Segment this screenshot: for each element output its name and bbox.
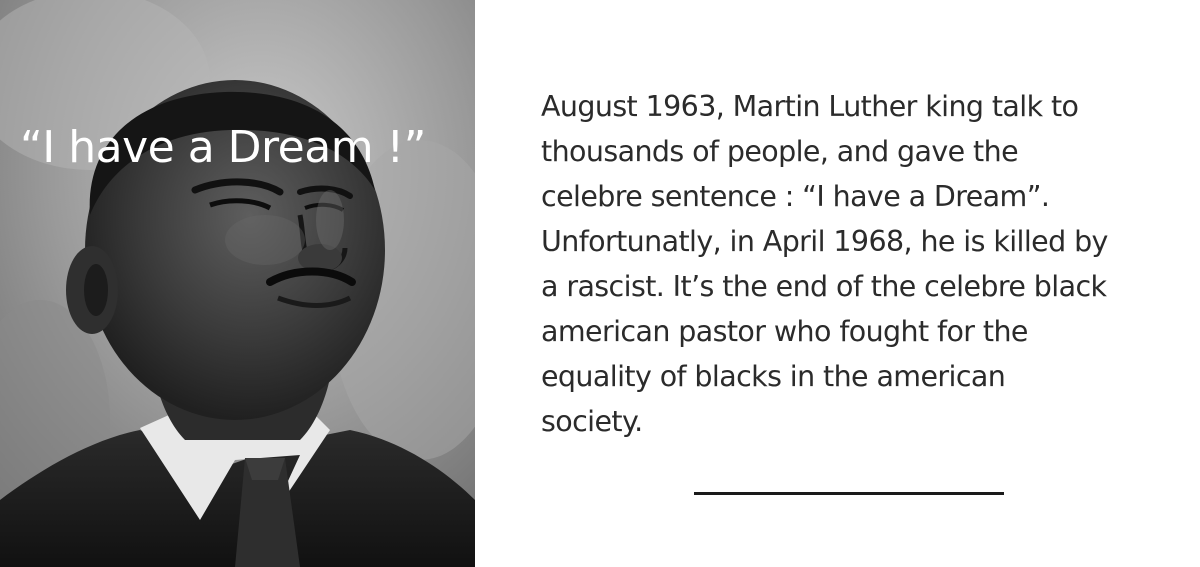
paragraph-line: american pastor who fought for the [541,315,1028,348]
paragraph-line: equality of blacks in the american [541,360,1006,393]
paragraph-line: celebre sentence : “I have a Dream”. [541,180,1050,213]
paragraph-line: society. [541,405,643,438]
paragraph-line: Unfortunatly, in April 1968, he is kille… [541,225,1108,258]
portrait-photo: “I have a Dream !” [0,0,475,567]
paragraph-line: thousands of people, and gave the [541,135,1019,168]
paragraph-line: a rascist. It’s the end of the celebre b… [541,270,1107,303]
paragraph-line: August 1963, Martin Luther king talk to [541,90,1079,123]
mlk-summary-paragraph: August 1963, Martin Luther king talk to … [541,84,1181,444]
portrait-image [0,0,475,567]
slide: “I have a Dream !” August 1963, Martin L… [0,0,1200,567]
horizontal-divider [694,492,1004,495]
dream-quote-overlay: “I have a Dream !” [20,122,426,173]
